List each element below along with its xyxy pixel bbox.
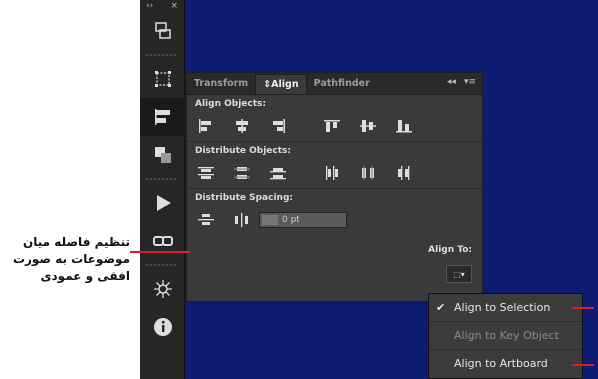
distribute-spacing-title: Distribute Spacing: — [195, 193, 293, 203]
dock-divider — [146, 54, 178, 56]
annotation-line: تنظیم فاصله میان — [23, 235, 130, 249]
horizontal-align-left-button[interactable] — [195, 115, 217, 137]
vertical-align-top-button[interactable] — [321, 115, 343, 137]
dock-divider — [146, 264, 178, 266]
vertical-distribute-top-icon — [198, 167, 214, 179]
panel-menu-icon[interactable]: ▾≡ — [464, 77, 476, 87]
horizontal-align-center-icon — [236, 119, 248, 133]
distribute-spacing-section: Distribute Spacing: 0 pt — [187, 189, 482, 235]
symbol-icon — [153, 280, 172, 298]
distribute-objects-title: Distribute Objects: — [195, 146, 292, 156]
spacing-value: 0 pt — [282, 215, 300, 225]
callout-line-spacing — [130, 251, 190, 253]
annotation-line: افقی و عمودی — [40, 269, 130, 283]
vertical-align-bottom-button[interactable] — [393, 115, 415, 137]
distribute-objects-row — [195, 162, 474, 184]
dock-tool-actions[interactable] — [140, 184, 185, 222]
dock-tool-info[interactable] — [140, 308, 185, 346]
chevron-down-icon: ▾ — [460, 269, 465, 279]
horizontal-distribute-center-icon — [362, 166, 374, 180]
dock-tool-transform[interactable] — [140, 60, 185, 98]
align-objects-section: Align Objects: — [187, 95, 482, 142]
menu-item-align-to-key-object: Align to Key Object — [429, 322, 582, 350]
horizontal-distribute-space-button[interactable] — [231, 209, 253, 231]
vertical-distribute-space-icon — [198, 214, 214, 225]
horizontal-align-right-icon — [273, 119, 285, 133]
tab-align-label: Align — [271, 79, 299, 90]
play-action-icon — [156, 195, 171, 211]
horizontal-align-center-button[interactable] — [231, 115, 253, 137]
menu-item-align-to-artboard[interactable]: Align to Artboard — [429, 350, 582, 378]
vertical-distribute-center-icon — [234, 167, 250, 179]
dock-tool-align[interactable] — [140, 98, 185, 136]
vertical-distribute-bottom-icon — [270, 168, 286, 180]
tab-align[interactable]: ⇕Align — [255, 74, 307, 94]
tab-updown-icon: ⇕ — [263, 79, 272, 90]
dock-divider — [146, 178, 178, 180]
tab-transform[interactable]: Transform — [187, 74, 255, 94]
align-objects-title: Align Objects: — [195, 99, 266, 109]
link-icon — [152, 236, 173, 246]
align-to-selection-icon: ⬚ — [453, 269, 461, 279]
menu-item-align-to-selection[interactable]: ✔ Align to Selection — [429, 294, 582, 322]
horizontal-distribute-right-button[interactable] — [393, 162, 415, 184]
panel-dock-toolbar: ›› × — [140, 0, 185, 379]
horizontal-align-left-icon — [199, 119, 211, 133]
dock-tool-pathfinder[interactable] — [140, 136, 185, 174]
vertical-align-center-icon — [360, 120, 376, 132]
dock-collapse-button[interactable]: ›› — [146, 0, 153, 12]
align-objects-row — [195, 115, 474, 137]
dock-tool-symbols[interactable] — [140, 270, 185, 308]
align-to-label: Align To: — [428, 245, 472, 255]
vertical-align-top-icon — [324, 120, 340, 132]
dock-close-button[interactable]: × — [170, 0, 178, 12]
vertical-align-bottom-icon — [396, 120, 412, 133]
annotation-line: موضوعات به صورت — [12, 252, 130, 266]
callout-line-selection — [572, 307, 594, 309]
callout-line-artboard — [572, 364, 594, 366]
transform-icon — [154, 71, 171, 87]
align-to-menu: ✔ Align to Selection Align to Key Object… — [428, 293, 583, 379]
panel-controls: ◂◂ ▾≡ — [447, 77, 476, 87]
horizontal-distribute-center-button[interactable] — [357, 162, 379, 184]
vertical-distribute-space-button[interactable] — [195, 209, 217, 231]
vertical-distribute-top-button[interactable] — [195, 162, 217, 184]
menu-item-label: Align to Key Object — [454, 329, 559, 342]
horizontal-distribute-left-icon — [326, 166, 338, 180]
vertical-distribute-bottom-button[interactable] — [267, 162, 289, 184]
align-to-dropdown-button[interactable]: ⬚ ▾ — [446, 265, 472, 283]
menu-item-label: Align to Selection — [454, 301, 551, 314]
horizontal-align-right-button[interactable] — [267, 115, 289, 137]
align-icon — [154, 109, 170, 125]
distribute-objects-section: Distribute Objects: — [187, 142, 482, 189]
spacing-stepper-icon[interactable] — [262, 215, 278, 225]
spacing-value-field[interactable]: 0 pt — [259, 212, 347, 228]
info-icon — [153, 318, 172, 336]
menu-item-label: Align to Artboard — [454, 357, 548, 370]
horizontal-distribute-left-button[interactable] — [321, 162, 343, 184]
artboard-icon — [154, 22, 171, 39]
horizontal-distribute-space-icon — [235, 213, 248, 227]
double-left-chevron-icon[interactable]: ◂◂ — [447, 77, 456, 87]
panel-tab-bar: Transform ⇕Align Pathfinder ◂◂ ▾≡ — [187, 73, 482, 95]
dock-controls: ›› × — [140, 0, 184, 12]
distribute-spacing-row: 0 pt — [195, 209, 474, 231]
vertical-distribute-center-button[interactable] — [231, 162, 253, 184]
pathfinder-icon — [154, 147, 171, 163]
tab-pathfinder[interactable]: Pathfinder — [307, 74, 377, 94]
align-panel: Transform ⇕Align Pathfinder ◂◂ ▾≡ Align … — [186, 72, 483, 302]
vertical-align-center-button[interactable] — [357, 115, 379, 137]
annotation-text: تنظیم فاصله میان موضوعات به صورت افقی و … — [10, 234, 130, 285]
horizontal-distribute-right-icon — [398, 166, 410, 180]
dock-tool-artboard[interactable] — [140, 12, 185, 50]
dock-tool-links[interactable] — [140, 222, 185, 260]
checkmark-icon: ✔ — [436, 301, 446, 314]
